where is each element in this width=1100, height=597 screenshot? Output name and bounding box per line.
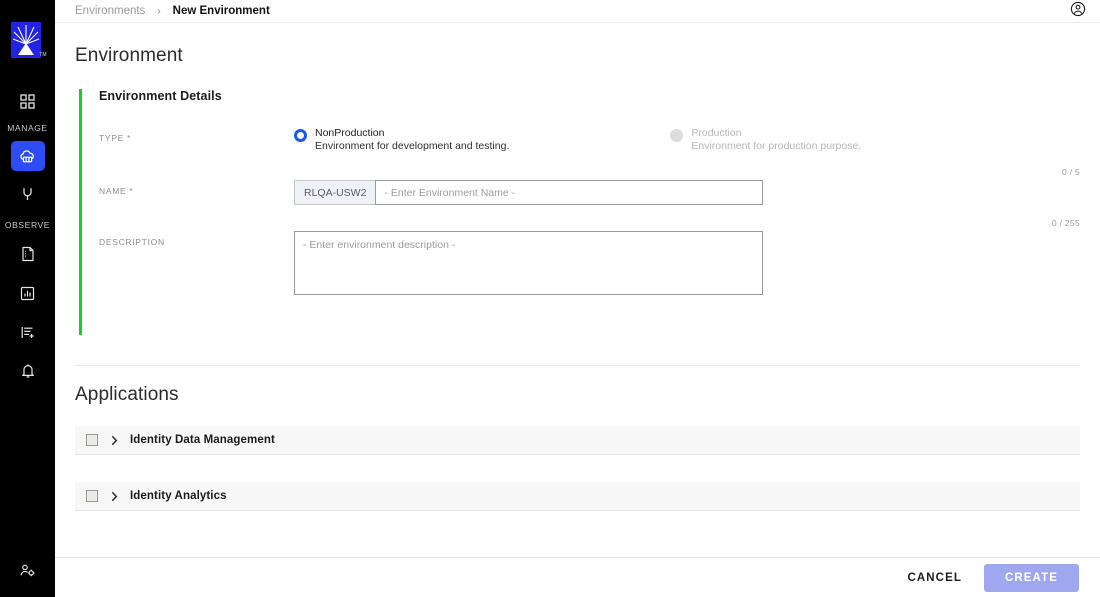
form-row-description: DESCRIPTION 0 / 255 (99, 218, 1080, 300)
application-name: Identity Analytics (130, 490, 227, 502)
cloud-environment-icon (19, 149, 36, 164)
radio-option-nonproduction[interactable]: NonProduction Environment for developmen… (294, 127, 509, 153)
sidebar-item-user-management[interactable] (10, 555, 46, 585)
sidebar-item-reports[interactable] (10, 239, 46, 269)
sidebar-item-analytics[interactable] (10, 278, 46, 308)
nav-group-manage (10, 86, 46, 116)
content-area: Environment Environment Details TYPE * N… (55, 23, 1100, 557)
name-field: 0 / 5 RLQA-USW2 (294, 167, 1080, 206)
radio-description-production: Environment for production purpose. (691, 140, 862, 153)
list-add-icon (20, 325, 36, 340)
app-root: TM MANAGE OBSERVE Environments › New Env… (0, 0, 1100, 597)
bell-icon (21, 363, 35, 379)
sidebar-item-dashboard[interactable] (10, 86, 46, 116)
applications-title: Applications (75, 384, 179, 405)
trademark-mark: TM (39, 52, 47, 58)
document-icon (21, 246, 35, 262)
main-content: Environments › New Environment Environme… (55, 0, 1100, 597)
account-menu-button[interactable] (1070, 1, 1086, 22)
description-character-counter: 0 / 255 (1051, 218, 1080, 229)
name-input-group: RLQA-USW2 (294, 180, 763, 206)
action-bar: CANCEL CREATE (55, 557, 1100, 597)
application-row-identity-analytics[interactable]: Identity Analytics (75, 482, 1080, 511)
grid-dashboard-icon (20, 93, 35, 109)
top-bar: Environments › New Environment (55, 0, 1100, 23)
create-button[interactable]: CREATE (983, 563, 1079, 592)
form-row-name: NAME * 0 / 5 RLQA-USW2 (99, 167, 1080, 206)
breadcrumb: Environments › New Environment (75, 5, 270, 17)
chevron-right-icon[interactable] (111, 435, 118, 446)
description-label: DESCRIPTION (99, 237, 165, 248)
environment-description-textarea[interactable] (294, 231, 763, 296)
account-circle-icon (1070, 1, 1086, 22)
breadcrumb-parent[interactable]: Environments (75, 5, 145, 17)
name-prefix: RLQA-USW2 (294, 180, 376, 206)
environment-name-input[interactable] (375, 180, 763, 206)
name-label: NAME * (99, 186, 134, 197)
applications-list: Identity Data Management Identity Analyt… (75, 426, 1080, 511)
breadcrumb-separator-icon: › (157, 5, 161, 17)
card-title: Environment Details (99, 89, 222, 103)
type-field: NonProduction Environment for developmen… (294, 127, 1080, 153)
radio-title-nonproduction: NonProduction (315, 127, 385, 139)
cancel-button[interactable]: CANCEL (903, 566, 966, 590)
radio-title-production: Production (691, 127, 742, 139)
user-settings-icon (19, 563, 36, 578)
sidebar-item-alerts[interactable] (10, 356, 46, 386)
radio-option-production: Production Environment for production pu… (670, 127, 861, 153)
name-character-counter: 0 / 5 (1061, 167, 1080, 178)
radio-indicator-selected[interactable] (294, 129, 307, 142)
chevron-right-icon[interactable] (111, 491, 118, 502)
brand-logo[interactable]: TM (10, 22, 47, 60)
radio-description-nonproduction: Environment for development and testing. (315, 140, 510, 153)
application-row-identity-data-management[interactable]: Identity Data Management (75, 426, 1080, 455)
type-radio-group: NonProduction Environment for developmen… (294, 127, 1080, 153)
radio-indicator-disabled (670, 129, 684, 142)
form-row-type: TYPE * NonProduction Environment for dev… (99, 127, 1080, 153)
description-field: 0 / 255 (294, 218, 1080, 300)
application-name: Identity Data Management (130, 434, 275, 446)
nav-section-label-observe: OBSERVE (4, 220, 51, 230)
sidebar-footer (0, 555, 55, 585)
radio-text-nonproduction: NonProduction Environment for developmen… (315, 127, 509, 153)
sidebar-item-jobs[interactable] (10, 317, 46, 347)
breadcrumb-current: New Environment (172, 5, 270, 17)
nav-section-label-manage: MANAGE (7, 123, 48, 133)
power-plug-icon (21, 186, 34, 202)
sidebar-item-environments[interactable] (10, 141, 45, 171)
section-divider (75, 365, 1080, 366)
environment-details-card: Environment Details TYPE * NonProduction… (79, 89, 1080, 335)
card-accent-bar (79, 89, 82, 335)
chart-square-icon (20, 286, 35, 301)
cloudera-logo-icon (10, 22, 41, 58)
application-checkbox[interactable] (86, 434, 98, 446)
application-checkbox[interactable] (86, 490, 98, 502)
radio-text-production: Production Environment for production pu… (691, 127, 861, 153)
type-label: TYPE * (99, 133, 132, 143)
page-title: Environment (75, 45, 183, 66)
sidebar: TM MANAGE OBSERVE (0, 0, 55, 597)
sidebar-item-data-services[interactable] (10, 179, 46, 209)
